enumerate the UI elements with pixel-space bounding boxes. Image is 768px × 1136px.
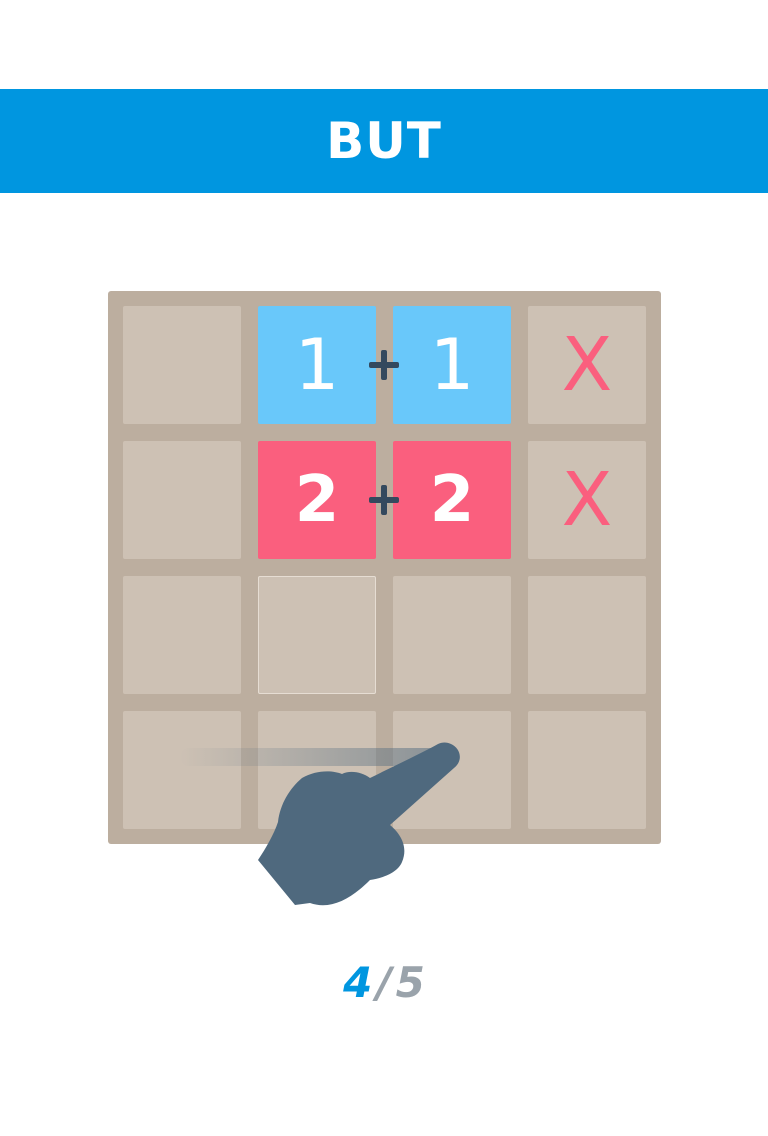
board-cell-r3c3 [393, 576, 511, 694]
cross-mark-icon: X [561, 322, 613, 408]
tile-blue: 1 [258, 306, 376, 424]
cross-mark-icon: X [561, 457, 613, 543]
board-cell-r2c1 [123, 441, 241, 559]
tile-value: 2 [294, 463, 340, 537]
plus-icon [367, 483, 401, 517]
page-separator: / [376, 958, 392, 1007]
current-page: 4 [343, 958, 373, 1007]
tile-pink: 2 [258, 441, 376, 559]
board-cell-r1c1 [123, 306, 241, 424]
board-cell-r2c4: X [528, 441, 646, 559]
board-cell-r3c1 [123, 576, 241, 694]
board-cell-r4c4 [528, 711, 646, 829]
page-title: BUT [326, 112, 442, 170]
tile-blue: 1 [393, 306, 511, 424]
tile-value: 2 [429, 463, 475, 537]
board-cell-r3c2 [258, 576, 376, 694]
tile-pink: 2 [393, 441, 511, 559]
board-cell-r3c4 [528, 576, 646, 694]
page-indicator: 4/5 [0, 958, 768, 1007]
header-banner: BUT [0, 89, 768, 193]
tile-value: 1 [429, 324, 475, 406]
hand-shape [258, 742, 460, 906]
tile-value: 1 [294, 324, 340, 406]
board-cell-r1c4: X [528, 306, 646, 424]
plus-icon [367, 348, 401, 382]
total-pages: 5 [395, 958, 425, 1007]
swipe-hand-icon [180, 742, 460, 906]
